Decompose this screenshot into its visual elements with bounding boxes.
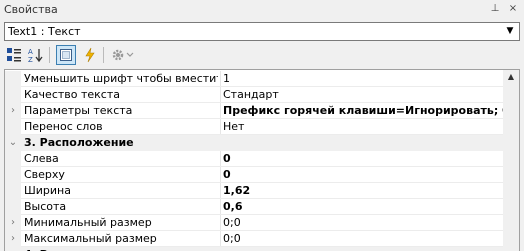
property-row[interactable]: Уменьшить шрифт чтобы вместить текст 1 xyxy=(5,71,504,87)
property-value[interactable]: Стандарт xyxy=(223,87,504,103)
property-toolbar: A Z xyxy=(4,43,520,67)
category-label: 3. Расположение xyxy=(24,136,134,149)
property-value[interactable]: 0 xyxy=(223,151,504,167)
property-name: Слева xyxy=(24,152,59,165)
events-button[interactable] xyxy=(80,45,100,65)
column-divider xyxy=(220,119,221,135)
column-divider xyxy=(220,103,221,119)
chevron-down-icon[interactable]: ▼ xyxy=(503,24,517,39)
property-row[interactable]: › Минимальный размер 0;0 xyxy=(5,215,504,231)
column-divider xyxy=(220,183,221,199)
property-grid: Уменьшить шрифт чтобы вместить текст1Кач… xyxy=(4,69,520,251)
property-category[interactable]: ⌄4. Вид xyxy=(5,247,504,251)
property-value[interactable]: 0;0 xyxy=(223,215,504,231)
property-row[interactable]: Высота 0,6 xyxy=(5,199,504,215)
properties-icon xyxy=(60,49,72,61)
svg-text:Z: Z xyxy=(28,56,33,63)
column-divider xyxy=(220,71,221,87)
property-name: Сверху xyxy=(24,168,65,181)
property-name: Уменьшить шрифт чтобы вместить текст xyxy=(24,72,218,85)
row-gutter xyxy=(5,167,21,183)
property-row[interactable]: Сверху 0 xyxy=(5,167,504,183)
settings-icon xyxy=(112,49,134,61)
column-divider xyxy=(220,167,221,183)
column-divider xyxy=(220,151,221,167)
alphabetical-button[interactable]: A Z xyxy=(26,45,46,65)
property-name: Качество текста xyxy=(24,88,120,101)
scroll-up-icon[interactable]: ▲ xyxy=(505,71,517,83)
property-name: Максимальный размер xyxy=(24,232,157,245)
chevron-right-icon[interactable]: › xyxy=(5,231,21,247)
categorized-icon xyxy=(7,48,21,62)
property-value[interactable]: Префикс горячей клавиши=Игнорировать; Ог… xyxy=(223,103,504,119)
property-row[interactable]: › Максимальный размер 0;0 xyxy=(5,231,504,247)
categorized-button[interactable] xyxy=(4,45,24,65)
property-value[interactable]: 1 xyxy=(223,71,504,87)
chevron-right-icon[interactable]: › xyxy=(5,215,21,231)
row-gutter xyxy=(5,71,21,87)
toolbar-separator xyxy=(103,47,104,63)
property-row[interactable]: Слева 0 xyxy=(5,151,504,167)
column-divider xyxy=(220,87,221,103)
svg-text:A: A xyxy=(28,48,33,56)
toolbar-separator xyxy=(49,47,50,63)
property-row[interactable]: Перенос слов Нет xyxy=(5,119,504,135)
property-name: Высота xyxy=(24,200,67,213)
row-gutter xyxy=(5,183,21,199)
property-value[interactable]: Нет xyxy=(223,119,504,135)
property-name: Перенос слов xyxy=(24,120,103,133)
events-icon xyxy=(85,47,95,63)
property-category[interactable]: ⌄ 3. Расположение xyxy=(5,135,504,151)
row-gutter xyxy=(5,119,21,135)
property-row[interactable]: Качество текста Стандарт xyxy=(5,87,504,103)
object-selector[interactable]: Text1 : Текст ▼ xyxy=(4,22,520,41)
alphabetical-icon: A Z xyxy=(28,48,43,63)
category-label: 4. Вид xyxy=(24,247,424,251)
panel-title: Свойства xyxy=(4,3,58,16)
chevron-down-icon[interactable]: ⌄ xyxy=(5,247,21,251)
settings-button[interactable] xyxy=(108,45,138,65)
property-value[interactable]: 0 xyxy=(223,167,504,183)
column-divider xyxy=(220,215,221,231)
chevron-down-icon[interactable]: ⌄ xyxy=(5,135,21,151)
property-name: Параметры текста xyxy=(24,104,133,117)
column-divider xyxy=(220,199,221,215)
panel-titlebar: Свойства ⊥ × xyxy=(0,0,524,20)
row-gutter xyxy=(5,151,21,167)
property-name: Минимальный размер xyxy=(24,216,152,229)
pin-icon[interactable]: ⊥ xyxy=(488,2,502,16)
property-value[interactable]: 0,6 xyxy=(223,199,504,215)
column-divider xyxy=(220,231,221,247)
property-row[interactable]: Ширина 1,62 xyxy=(5,183,504,199)
property-name: Ширина xyxy=(24,184,71,197)
object-selector-value: Text1 : Текст xyxy=(8,25,81,38)
row-gutter xyxy=(5,87,21,103)
properties-button[interactable] xyxy=(56,45,76,65)
property-value[interactable]: 0;0 xyxy=(223,231,504,247)
row-gutter xyxy=(5,199,21,215)
vertical-scrollbar[interactable]: ▲ xyxy=(503,70,519,251)
chevron-right-icon[interactable]: › xyxy=(5,103,21,119)
close-icon[interactable]: × xyxy=(506,2,520,16)
property-value[interactable]: 1,62 xyxy=(223,183,504,199)
property-row[interactable]: › Параметры текста Префикс горячей клавиши… xyxy=(5,103,504,119)
